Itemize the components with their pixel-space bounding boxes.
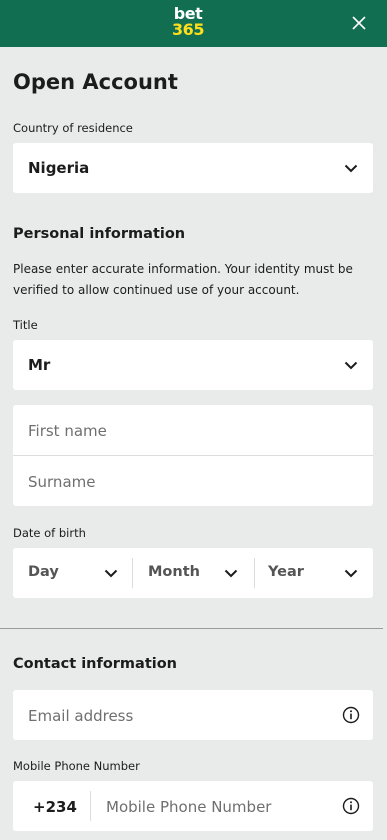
identity-info-text: Please enter accurate information. Your … (13, 259, 363, 301)
logo-text-365: 365 (172, 20, 204, 39)
dob-day-select[interactable]: Day (13, 548, 132, 598)
title-select[interactable]: Mr (13, 340, 373, 390)
page-title: Open Account (13, 70, 178, 94)
country-value: Nigeria (28, 159, 90, 177)
mobile-phone-group: +234 Mobile Phone Number (13, 781, 373, 831)
email-field[interactable]: Email address (13, 690, 373, 740)
chevron-down-icon (344, 569, 358, 578)
dial-code[interactable]: +234 (33, 798, 77, 816)
info-icon[interactable] (342, 797, 360, 815)
info-icon[interactable] (342, 706, 360, 724)
dob-month-value: Month (148, 564, 200, 580)
name-fields-group: First name Surname (13, 405, 373, 506)
first-name-field[interactable]: First name (13, 405, 373, 455)
identity-info-line-1: Please enter accurate information. Your … (13, 262, 353, 276)
date-of-birth-label: Date of birth (13, 526, 86, 540)
contact-information-heading: Contact information (13, 656, 178, 672)
dob-year-value: Year (268, 564, 304, 580)
chevron-down-icon (344, 361, 358, 370)
mobile-phone-placeholder: Mobile Phone Number (106, 798, 272, 816)
dob-month-select[interactable]: Month (133, 548, 254, 598)
personal-information-heading: Personal information (13, 226, 186, 242)
country-select[interactable]: Nigeria (13, 143, 373, 193)
title-value: Mr (28, 356, 51, 374)
section-divider (0, 628, 383, 629)
close-icon[interactable] (348, 12, 370, 34)
dob-year-select[interactable]: Year (255, 548, 373, 598)
email-placeholder: Email address (28, 707, 134, 725)
mobile-phone-field[interactable]: Mobile Phone Number (91, 781, 373, 831)
mobile-phone-label: Mobile Phone Number (13, 759, 140, 773)
chevron-down-icon (224, 569, 238, 578)
identity-info-line-2: verified to allow continued use of your … (13, 283, 300, 297)
app-header: bet 365 (0, 0, 387, 47)
country-label: Country of residence (13, 121, 133, 135)
first-name-placeholder: First name (28, 422, 107, 440)
date-of-birth-group: Day Month Year (13, 548, 373, 598)
title-label: Title (13, 318, 38, 332)
surname-field[interactable]: Surname (13, 456, 373, 506)
dob-day-value: Day (28, 564, 59, 580)
chevron-down-icon (104, 569, 118, 578)
bet365-logo[interactable]: bet 365 (168, 6, 208, 38)
surname-placeholder: Surname (28, 473, 96, 491)
chevron-down-icon (344, 164, 358, 173)
